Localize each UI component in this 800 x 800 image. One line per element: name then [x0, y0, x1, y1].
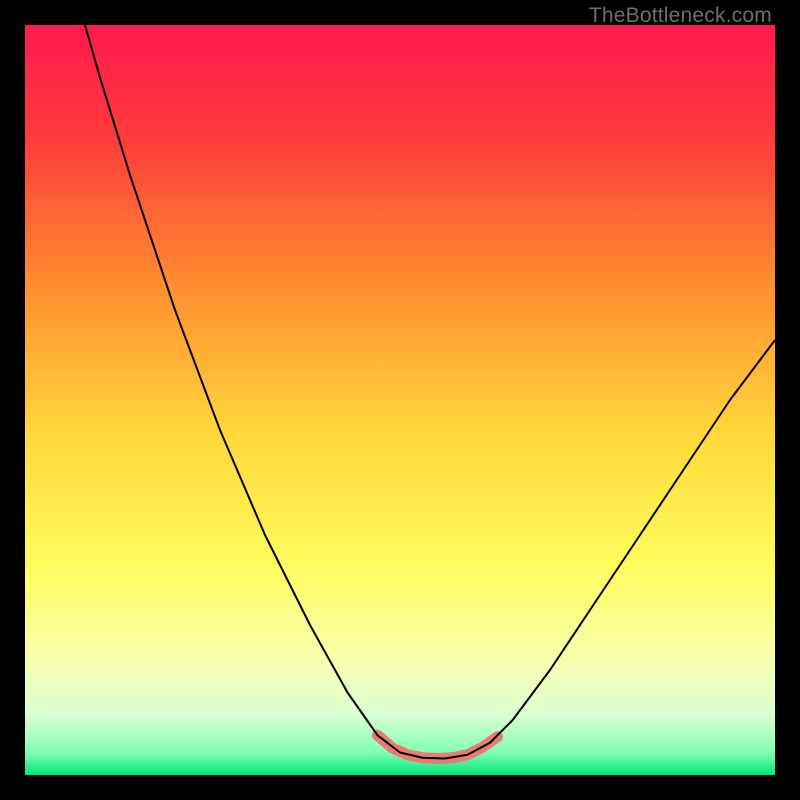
bottleneck-curve: [85, 25, 775, 759]
watermark-label: TheBottleneck.com: [589, 4, 772, 28]
optimal-zone-highlight: [378, 735, 498, 758]
chart-container: [25, 25, 775, 775]
chart-series-layer: [25, 25, 775, 775]
